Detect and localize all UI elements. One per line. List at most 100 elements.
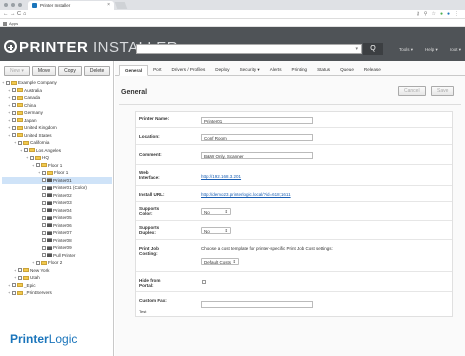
tree-checkbox[interactable] [42, 170, 46, 175]
tree-folder-item[interactable]: + Australia [2, 87, 112, 95]
tree-folder-item[interactable]: + Germany [2, 109, 112, 117]
tree-printer-item[interactable]: Printer03 [2, 199, 112, 207]
menu-icon[interactable]: ⋮ [454, 11, 459, 17]
tree-checkbox[interactable] [12, 290, 16, 295]
chevron-down-icon[interactable]: ▾ [355, 46, 358, 52]
tree-printer-item[interactable]: Pull Printer [2, 252, 112, 260]
tree-checkbox[interactable] [12, 95, 16, 100]
tree-checkbox[interactable] [18, 140, 22, 145]
hide-from-portal-checkbox[interactable] [202, 280, 206, 284]
tree-checkbox[interactable] [24, 148, 28, 153]
new-tab-button[interactable] [114, 2, 128, 9]
extension-icon[interactable]: ● [447, 11, 450, 17]
user-menu[interactable]: root ▾ [450, 47, 461, 53]
save-button[interactable]: Save [431, 86, 455, 96]
delete-button[interactable]: Delete [83, 66, 111, 76]
tree-checkbox[interactable] [6, 80, 10, 85]
cost-template-select[interactable]: Default Costs ⇕ [201, 258, 239, 265]
zoom-icon[interactable]: ⚲ [424, 11, 428, 17]
tree-checkbox[interactable] [12, 88, 16, 93]
browser-tab[interactable]: Printer Installer × [28, 1, 114, 10]
supports-color-select[interactable]: No ⇕ [201, 208, 231, 215]
tree-printer-item[interactable]: Printer01 (Color) [2, 184, 112, 192]
custom-fax-input[interactable] [201, 301, 313, 308]
search-input[interactable]: ▾ [136, 44, 362, 54]
tree-checkbox[interactable] [42, 208, 46, 213]
tree-folder-item[interactable]: + Japan [2, 117, 112, 125]
tree-checkbox[interactable] [42, 223, 46, 228]
tree-checkbox[interactable] [18, 275, 22, 280]
tree-printer-item[interactable]: Printer05 [2, 214, 112, 222]
tab-alerts[interactable]: Alerts [265, 65, 287, 76]
help-menu[interactable]: Help ▾ [425, 47, 438, 53]
tree-folder-item[interactable]: + California [2, 139, 112, 147]
tab-deploy[interactable]: Deploy [210, 65, 234, 76]
tree-checkbox[interactable] [12, 133, 16, 138]
tree-printer-item[interactable]: Printer06 [2, 222, 112, 230]
bookmark-apps[interactable]: Apps [9, 21, 18, 26]
tree-folder-item[interactable]: + New York [2, 267, 112, 275]
tree-checkbox[interactable] [42, 253, 46, 258]
move-button[interactable]: Move [31, 66, 57, 76]
tree-printer-item[interactable]: Printer02 [2, 192, 112, 200]
tree-folder-item[interactable]: + Floor 1 [2, 169, 112, 177]
tab-security[interactable]: Security ▾ [235, 65, 265, 76]
key-icon[interactable]: ⚷ [416, 11, 420, 17]
tab-release[interactable]: Release [359, 65, 386, 76]
star-icon[interactable]: ☆ [431, 11, 435, 17]
tree-checkbox[interactable] [36, 260, 40, 265]
tree-checkbox[interactable] [30, 155, 34, 160]
tree-folder-item[interactable]: + United Kingdom [2, 124, 112, 132]
tree-checkbox[interactable] [12, 125, 16, 130]
web-interface-link[interactable]: http://192.168.3.201 [201, 174, 241, 179]
tree-checkbox[interactable] [42, 200, 46, 205]
tab-close-icon[interactable]: × [107, 2, 110, 8]
tree-checkbox[interactable] [36, 163, 40, 168]
tree-checkbox[interactable] [42, 178, 46, 183]
tree-checkbox[interactable] [42, 230, 46, 235]
tree-checkbox[interactable] [42, 185, 46, 190]
tree-checkbox[interactable] [18, 268, 22, 273]
tools-menu[interactable]: Tools ▾ [399, 47, 413, 53]
tree-checkbox[interactable] [42, 193, 46, 198]
cancel-button[interactable]: Cancel [398, 86, 426, 96]
tab-queue[interactable]: Queue [335, 65, 359, 76]
tree-printer-item[interactable]: Printer01 [2, 176, 112, 184]
forward-icon[interactable]: → [10, 11, 16, 17]
home-icon[interactable]: ⌂ [23, 11, 26, 17]
tree-folder-item[interactable]: + _Epic [2, 282, 112, 290]
tree-printer-item[interactable]: Printer04 [2, 207, 112, 215]
tree-folder-item[interactable]: + Canada [2, 94, 112, 102]
tree-printer-item[interactable]: Printer07 [2, 229, 112, 237]
tree-folder-item[interactable]: + Example Company [2, 79, 112, 87]
tree-checkbox[interactable] [42, 245, 46, 250]
supports-duplex-select[interactable]: No ⇕ [201, 227, 231, 234]
back-icon[interactable]: ← [3, 11, 9, 17]
tree-printer-item[interactable]: Printer08 [2, 237, 112, 245]
printer-name-input[interactable]: Printer01 [201, 117, 313, 124]
tree-checkbox[interactable] [12, 118, 16, 123]
tree-checkbox[interactable] [42, 238, 46, 243]
tab-status[interactable]: Status [312, 65, 335, 76]
close-window-icon[interactable] [4, 3, 8, 7]
tree-folder-item[interactable]: + China [2, 102, 112, 110]
tree-folder-item[interactable]: + _PrintServers [2, 289, 112, 297]
tree-folder-item[interactable]: + United States [2, 132, 112, 140]
tree-checkbox[interactable] [42, 215, 46, 220]
tab-port[interactable]: Port [148, 65, 166, 76]
search-button[interactable]: Q [363, 43, 383, 55]
tree-checkbox[interactable] [12, 110, 16, 115]
tab-general[interactable]: General [119, 65, 149, 76]
copy-button[interactable]: Copy [58, 66, 82, 76]
tab-drivers-profiles[interactable]: Drivers / Profiles [167, 65, 211, 76]
tree-folder-item[interactable]: + Utah [2, 274, 112, 282]
minimize-window-icon[interactable] [11, 3, 15, 7]
install-url-link[interactable]: http://demo23.printerlogic.local/?id=618… [201, 192, 291, 197]
tree-checkbox[interactable] [12, 283, 16, 288]
comment-input[interactable]: B&W Only, Scanner [201, 152, 313, 159]
tree-folder-item[interactable]: + Floor 2 [2, 259, 112, 267]
maximize-window-icon[interactable] [18, 3, 22, 7]
tree-folder-item[interactable]: + Los Angeles [2, 147, 112, 155]
tree-printer-item[interactable]: Printer09 [2, 244, 112, 252]
location-input[interactable]: Conf Room [201, 134, 313, 141]
